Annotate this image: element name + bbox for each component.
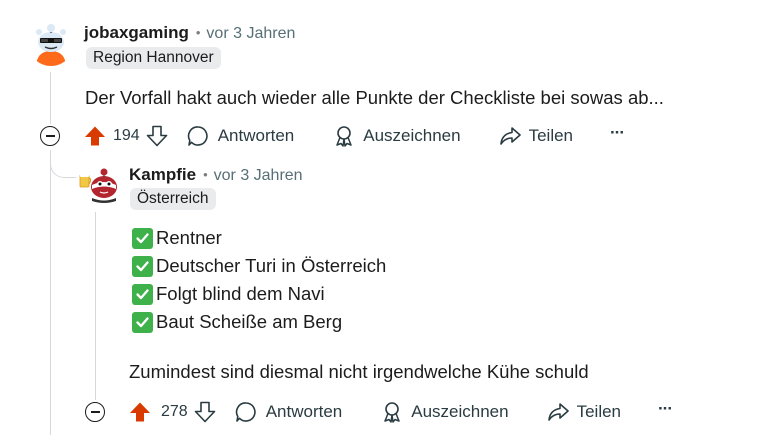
checklist-text: Rentner (156, 227, 222, 248)
comment-actions: 278 Antworten Auszeichnen Teilen ··· (129, 397, 673, 427)
checklist-item: Baut Scheiße am Berg (132, 311, 342, 333)
snoo-avatar-icon (28, 20, 74, 66)
checklist-text: Folgt blind dem Navi (156, 283, 325, 304)
collapse-icon[interactable] (85, 402, 105, 422)
checklist-item: Deutscher Turi in Österreich (132, 255, 386, 277)
more-button[interactable]: ··· (658, 399, 673, 422)
checklist-text: Deutscher Turi in Österreich (156, 255, 387, 276)
more-button[interactable]: ··· (610, 123, 625, 146)
timestamp[interactable]: vor 3 Jahren (206, 25, 295, 43)
checklist-item: Folgt blind dem Navi (132, 283, 325, 305)
thread-line-child[interactable] (95, 212, 96, 400)
checklist-text: Baut Scheiße am Berg (156, 311, 343, 332)
share-label: Teilen (576, 402, 622, 421)
collapse-icon[interactable] (40, 126, 60, 146)
upvote-icon (130, 402, 150, 422)
downvote-icon (194, 401, 216, 423)
share-button[interactable]: Teilen (499, 125, 573, 147)
thread-line-parent[interactable] (50, 72, 51, 124)
upvote-icon (85, 126, 105, 146)
reply-button[interactable]: Antworten (187, 125, 295, 147)
upvote-button[interactable] (84, 125, 106, 147)
separator-dot: • (203, 167, 208, 182)
check-icon (132, 311, 153, 333)
award-icon (384, 402, 400, 423)
comment-meta: Kampfie • vor 3 Jahren (129, 165, 303, 185)
username[interactable]: jobaxgaming (84, 23, 189, 43)
share-button[interactable]: Teilen (547, 401, 621, 423)
checklist-item: Rentner (132, 227, 222, 249)
thread-connector (50, 150, 76, 178)
downvote-button[interactable] (194, 401, 216, 423)
share-label: Teilen (528, 126, 574, 145)
username[interactable]: Kampfie (129, 165, 196, 185)
reply-button[interactable]: Antworten (235, 401, 343, 423)
vote-count: 194 (113, 127, 140, 144)
share-icon (499, 127, 521, 145)
avatar[interactable] (28, 20, 74, 66)
snoo-avatar-icon (79, 168, 117, 203)
award-label: Auszeichnen (363, 126, 461, 145)
reply-label: Antworten (265, 402, 343, 421)
comment-icon (187, 126, 208, 146)
award-button[interactable]: Auszeichnen (381, 401, 509, 423)
user-flair: Österreich (130, 188, 216, 210)
more-icon: ··· (658, 399, 673, 418)
comment-meta: jobaxgaming • vor 3 Jahren (84, 23, 295, 43)
downvote-icon (146, 125, 168, 147)
separator-dot: • (195, 25, 201, 40)
user-flair: Region Hannover (86, 47, 221, 69)
comment-text: Der Vorfall hakt auch wieder alle Punkte… (85, 87, 664, 108)
check-icon (132, 283, 153, 305)
share-icon (547, 403, 569, 421)
thread-line-parent-lower[interactable] (50, 150, 51, 435)
more-icon: ··· (610, 123, 625, 142)
check-icon (132, 255, 153, 277)
award-icon (336, 126, 352, 147)
reply-label: Antworten (217, 126, 295, 145)
comment-actions: 194 Antworten Auszeichnen Teilen ··· (84, 121, 625, 151)
comment-text: Zumindest sind diesmal nicht irgendwelch… (129, 361, 589, 382)
upvote-button[interactable] (129, 401, 151, 423)
comment-icon (235, 402, 256, 422)
award-button[interactable]: Auszeichnen (333, 125, 461, 147)
check-icon (132, 227, 153, 249)
award-label: Auszeichnen (411, 402, 509, 421)
vote-count: 278 (161, 403, 188, 420)
downvote-button[interactable] (146, 125, 168, 147)
timestamp[interactable]: vor 3 Jahren (214, 167, 303, 185)
avatar[interactable] (78, 165, 122, 205)
